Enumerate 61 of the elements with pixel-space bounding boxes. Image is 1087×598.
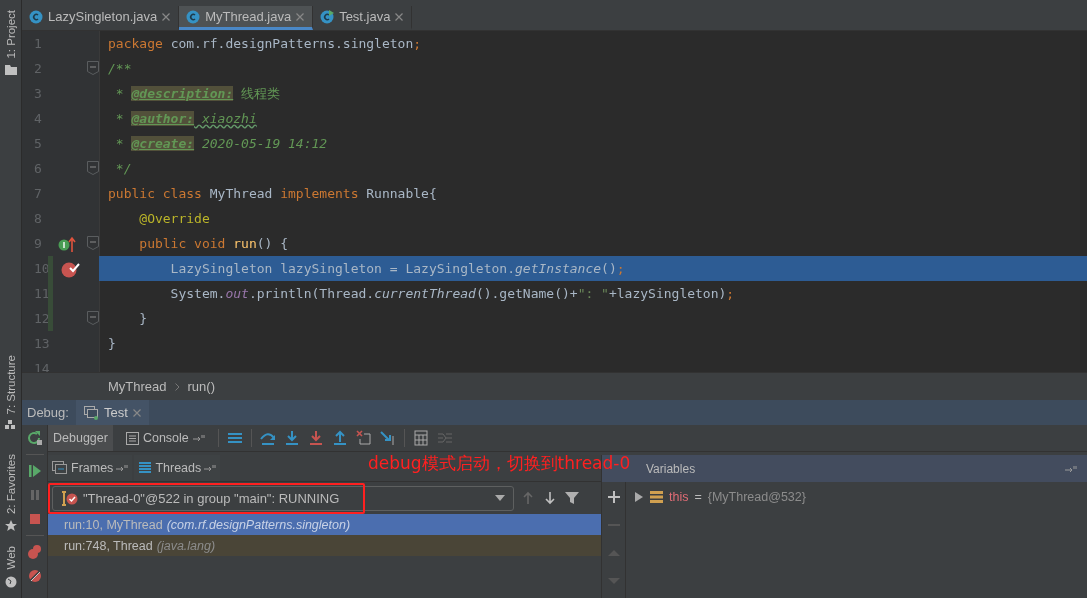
code-token: Runnable{: [366, 186, 437, 201]
code-token: LazySingleton lazySingleton = LazySingleton.: [169, 261, 515, 276]
variable-name: this: [669, 490, 689, 504]
code-token: ().getName()+: [475, 286, 578, 301]
code-token: ;: [413, 36, 422, 51]
annotation-text: debug模式启动，切换到thread-0: [368, 452, 631, 475]
code-token: }: [108, 336, 116, 351]
code-token: package: [108, 36, 164, 51]
variable-row[interactable]: this = {MyThread@532}: [626, 486, 1087, 508]
breadcrumb[interactable]: run(): [187, 379, 215, 394]
tool-window-label[interactable]: 7: Structure: [4, 354, 17, 415]
debugger-tab[interactable]: Debugger: [48, 425, 113, 451]
code-token: /**: [108, 61, 132, 76]
frame-row[interactable]: run:748, Thread (java.lang): [48, 535, 601, 556]
thread-value: "Thread-0"@522 in group "main": RUNNING: [83, 490, 341, 506]
code-token: (): [601, 261, 617, 276]
code-token: run: [233, 236, 257, 251]
code-token: implements: [280, 186, 360, 201]
code-token: System.: [169, 286, 226, 301]
frame-method: run:748, Thread: [64, 538, 153, 553]
thread-dropdown[interactable]: "Thread-0"@522 in group "main": RUNNING: [52, 485, 514, 511]
code-token: @author:: [131, 111, 195, 126]
variable-value: {MyThread@532}: [707, 490, 806, 504]
code-token: }: [138, 311, 148, 326]
code-token: *: [114, 136, 125, 151]
editor-tab[interactable]: MyThread.java: [179, 6, 314, 30]
frame-package: (com.rf.designPatterns.singleton): [166, 517, 351, 532]
code-token: xiaozhi: [200, 111, 257, 126]
code-token: 线程类: [240, 84, 281, 103]
frame-package: (java.lang): [156, 538, 216, 553]
frame-row[interactable]: run:10, MyThread (com.rf.designPatterns.singleton): [48, 514, 601, 535]
breadcrumb[interactable]: MyThread: [108, 379, 167, 394]
panel-title: Variables: [646, 461, 696, 476]
frame-method: run:10, MyThread: [64, 517, 163, 532]
tool-window-label[interactable]: 1: Project: [4, 10, 17, 59]
code-token: @create:: [131, 136, 195, 151]
code-token: @description:: [131, 86, 234, 101]
code-token: ;: [616, 261, 625, 276]
code-token: +lazySingleton): [608, 286, 727, 301]
code-token: */: [114, 161, 132, 176]
tool-window-label[interactable]: Web: [4, 546, 17, 570]
code-token: .println(Thread.: [248, 286, 375, 301]
code-token: () {: [256, 236, 289, 251]
code-token: 2020-05-19 14:12: [200, 136, 328, 151]
code-token: public void: [138, 236, 227, 251]
code-token: MyThread: [209, 186, 274, 201]
code-token: @Override: [138, 211, 210, 226]
tool-window-title: Debug:: [26, 405, 70, 420]
code-token: currentThread: [374, 286, 476, 301]
code-token: *: [114, 86, 125, 101]
code-token: public class: [108, 186, 203, 201]
debug-tab[interactable]: Test: [75, 400, 149, 425]
code-token: getInstance: [515, 261, 602, 276]
code-token: ;: [726, 286, 735, 301]
code-token: *: [114, 111, 125, 126]
code-token: com.rf.designPatterns.singleton: [170, 36, 414, 51]
code-token: out: [225, 286, 249, 301]
code-token: ": ": [577, 286, 609, 301]
debugger-tab[interactable]: Console: [120, 425, 210, 451]
tool-window-label[interactable]: 2: Favorites: [4, 454, 17, 515]
equals-sign: =: [694, 490, 702, 504]
